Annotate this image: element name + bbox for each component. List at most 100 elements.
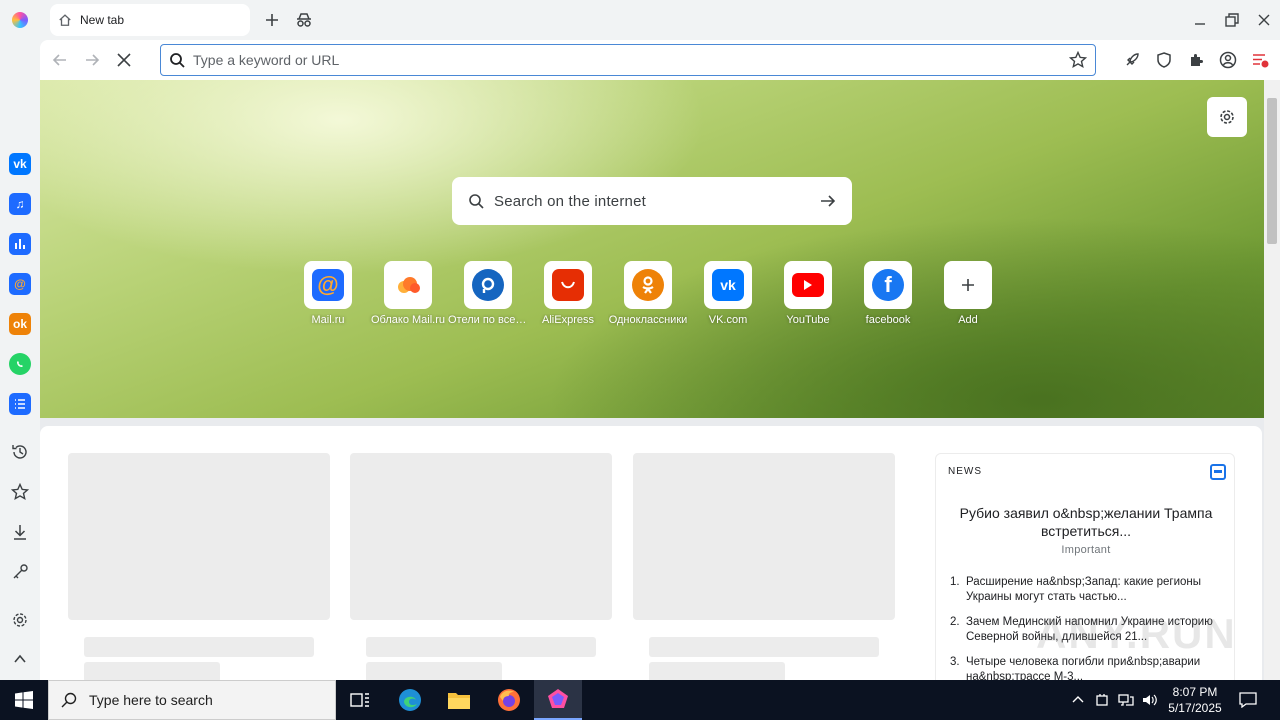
news-title: NEWS: [948, 466, 982, 477]
sidebar-vk-icon[interactable]: vk: [9, 153, 31, 175]
odnoklassniki-icon: [632, 269, 664, 301]
menu-icon[interactable]: [1250, 50, 1270, 70]
cloud-icon: [394, 275, 422, 295]
edge-icon[interactable]: [386, 680, 434, 720]
feed-card-text-placeholder: [84, 637, 314, 657]
tile-odnoklassniki[interactable]: Одноклассники: [608, 261, 688, 326]
tile-hotels[interactable]: Отели по всему миру: [448, 261, 528, 326]
forward-icon[interactable]: [82, 50, 102, 70]
tile-facebook[interactable]: f facebook: [848, 261, 928, 326]
sidebar-stats-icon[interactable]: [9, 233, 31, 255]
back-icon[interactable]: [50, 50, 70, 70]
firefox-icon[interactable]: [485, 680, 533, 720]
browser-logo-icon[interactable]: [12, 12, 28, 28]
address-input[interactable]: [193, 52, 1069, 68]
feed-card-placeholder: [68, 453, 330, 620]
search-icon: [61, 692, 77, 708]
scrollbar-thumb[interactable]: [1267, 98, 1277, 244]
plus-icon: [961, 278, 975, 292]
tile-vk[interactable]: vk VK.com: [688, 261, 768, 326]
search-placeholder[interactable]: Search on the internet: [494, 193, 820, 210]
sidebar-whatsapp-icon[interactable]: [9, 353, 31, 375]
news-headline[interactable]: Рубио заявил o&nbsp;желании Трампа встре…: [956, 504, 1216, 540]
sidebar: vk ♫ @ ok: [0, 40, 40, 680]
page-scrollbar[interactable]: [1264, 80, 1280, 680]
minimize-icon[interactable]: [1190, 10, 1210, 30]
facebook-icon: f: [872, 269, 904, 301]
new-tab-page: Search on the internet @ Mail.ru Облако …: [40, 80, 1264, 680]
feed-card-text-placeholder: [366, 637, 596, 657]
feed-card-text-placeholder: [649, 637, 879, 657]
search-icon: [468, 193, 484, 209]
tile-youtube[interactable]: YouTube: [768, 261, 848, 326]
passwords-key-icon[interactable]: [10, 562, 30, 582]
tray-chevron-up-icon[interactable]: [1068, 690, 1088, 710]
bookmark-star-icon[interactable]: [1069, 51, 1087, 69]
browser-taskbar-icon[interactable]: [534, 680, 582, 720]
tray-device-icon[interactable]: [1092, 690, 1112, 710]
browser-toolbar: [40, 40, 1280, 80]
collapse-chevron-up-icon[interactable]: [10, 649, 30, 669]
extensions-icon[interactable]: [1186, 50, 1206, 70]
close-icon[interactable]: [1254, 10, 1274, 30]
rocket-icon[interactable]: [1122, 50, 1142, 70]
file-explorer-icon[interactable]: [435, 680, 483, 720]
downloads-icon[interactable]: [10, 522, 30, 542]
incognito-icon[interactable]: [294, 10, 314, 30]
arrow-right-icon[interactable]: [820, 193, 836, 209]
web-search-box[interactable]: Search on the internet: [452, 177, 852, 225]
task-view-icon[interactable]: [336, 680, 384, 720]
clock-time: 8:07 PM: [1172, 685, 1218, 699]
hotels-icon: [472, 269, 504, 301]
tab-new-tab[interactable]: New tab: [50, 4, 250, 36]
history-icon[interactable]: [10, 442, 30, 462]
profile-icon[interactable]: [1218, 50, 1238, 70]
tile-label: Одноклассники: [608, 314, 688, 326]
start-button[interactable]: [0, 680, 48, 720]
tile-label: YouTube: [786, 314, 830, 326]
tile-label: Облако Mail.ru: [370, 314, 445, 326]
search-icon: [169, 52, 185, 68]
tile-aliexpress[interactable]: AliExpress: [528, 261, 608, 326]
news-item[interactable]: 3. Четыре человека погибли при&nbsp;авари…: [950, 655, 1226, 680]
news-tag: Important: [1061, 544, 1111, 556]
tile-mail-ru[interactable]: @ Mail.ru: [288, 261, 368, 326]
feed-card-placeholder: [633, 453, 895, 620]
clock-date: 5/17/2025: [1168, 701, 1222, 715]
youtube-icon: [792, 273, 824, 297]
mail-ru-icon: @: [312, 269, 344, 301]
volume-icon[interactable]: [1140, 690, 1160, 710]
stop-loading-icon[interactable]: [114, 50, 134, 70]
taskbar-search[interactable]: Type here to search: [48, 680, 336, 720]
notifications-icon[interactable]: [1238, 690, 1258, 710]
bookmarks-icon[interactable]: [10, 482, 30, 502]
tile-label: Mail.ru: [311, 314, 345, 326]
settings-gear-icon[interactable]: [10, 610, 30, 630]
network-icon[interactable]: [1116, 690, 1136, 710]
system-clock[interactable]: 8:07 PM 5/17/2025: [1162, 684, 1228, 716]
news-toggle-icon[interactable]: [1210, 464, 1226, 480]
tile-label: VK.com: [708, 314, 748, 326]
hero-background: Search on the internet @ Mail.ru Облако …: [40, 80, 1264, 418]
vk-icon: vk: [712, 269, 744, 301]
sidebar-music-icon[interactable]: ♫: [9, 193, 31, 215]
tile-label: facebook: [865, 314, 911, 326]
newtab-settings-button[interactable]: [1207, 97, 1247, 137]
address-bar[interactable]: [160, 44, 1096, 76]
sidebar-tasks-icon[interactable]: [9, 393, 31, 415]
tile-label: AliExpress: [542, 314, 594, 326]
new-tab-button[interactable]: [262, 10, 282, 30]
tab-title: New tab: [80, 13, 125, 27]
news-item[interactable]: 1. Расширение на&nbsp;Запад: какие регион…: [950, 575, 1226, 605]
sidebar-odnoklassniki-icon[interactable]: ok: [9, 313, 31, 335]
feed-card-text-placeholder: [366, 662, 502, 680]
taskbar: Type here to search 8:07 PM 5/17/2025: [0, 680, 1280, 720]
sidebar-mail-icon[interactable]: @: [9, 273, 31, 295]
restore-icon[interactable]: [1222, 10, 1242, 30]
tile-cloud-mail[interactable]: Облако Mail.ru: [368, 261, 448, 326]
feed-card-text-placeholder: [84, 662, 220, 680]
tile-label: Add: [958, 314, 978, 326]
tile-add[interactable]: Add: [928, 261, 1008, 326]
title-bar: New tab: [0, 0, 1280, 40]
shield-icon[interactable]: [1154, 50, 1174, 70]
